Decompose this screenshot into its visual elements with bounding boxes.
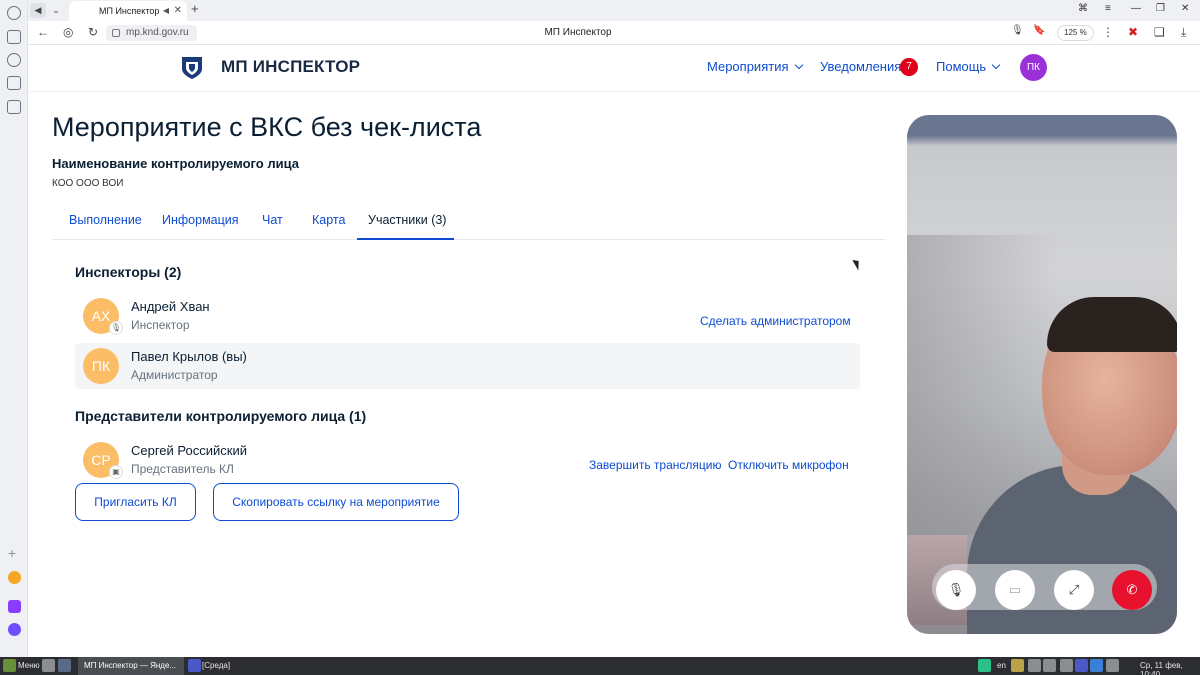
microphone-button[interactable]: 🎙	[936, 570, 976, 610]
mic-permission-icon[interactable]: 🎙	[1011, 25, 1024, 36]
end-call-button[interactable]: ✆	[1112, 570, 1152, 610]
keyboard-layout[interactable]: en	[997, 661, 1006, 670]
coat-of-arms-icon[interactable]	[181, 56, 203, 80]
page-title: Мероприятие с ВКС без чек-листа	[52, 112, 482, 142]
nav-notifications[interactable]: Уведомления	[820, 59, 901, 74]
tab-chat[interactable]: Чат	[262, 213, 283, 227]
tabs-dropdown-icon[interactable]: ⌄	[48, 3, 64, 18]
start-menu[interactable]: Меню	[18, 661, 40, 670]
list-item: АХ 🎙 Андрей Хван Инспектор Сделать админ…	[75, 293, 860, 339]
address-bar: ← ◎ ↻ mp.knd.gov.ru МП Инспектор 🎙 🔖 125…	[28, 21, 1200, 45]
tab-counter-icon[interactable]	[7, 76, 21, 90]
video-person	[1047, 297, 1177, 352]
camera-icon: ▣	[109, 465, 123, 479]
participant-name: Андрей Хван	[131, 299, 210, 314]
avatar: ПК	[83, 348, 119, 384]
add-panel-icon[interactable]: +	[8, 546, 16, 560]
make-admin-link[interactable]: Сделать администратором	[700, 314, 851, 328]
mic-off-icon: 🎙	[109, 321, 123, 335]
yandex-icon[interactable]	[58, 659, 71, 672]
browser-tab[interactable]: МП Инспектор ◀ ✕	[69, 1, 187, 21]
menu-icon[interactable]: ≡	[1105, 3, 1111, 14]
sound-icon[interactable]: ◀	[30, 3, 46, 18]
list-item: ПК Павел Крылов (вы) Администратор	[75, 343, 860, 389]
nav-notifications-label: Уведомления	[820, 59, 902, 74]
files-icon[interactable]	[42, 659, 55, 672]
nav-help-label: Помощь	[936, 59, 987, 74]
smile-app-icon[interactable]	[8, 571, 21, 584]
tab-map[interactable]: Карта	[312, 213, 345, 227]
screen-share-button[interactable]: ▭	[995, 570, 1035, 610]
site-header: МП ИНСПЕКТОР Мероприятия Уведомления 7 П…	[28, 45, 1200, 92]
tray-icon[interactable]	[1075, 659, 1088, 672]
tray-icon[interactable]	[1060, 659, 1073, 672]
fullscreen-button[interactable]: ⤢	[1054, 570, 1094, 610]
start-icon[interactable]	[3, 659, 16, 672]
representatives-title: Представители контролируемого лица (1)	[75, 408, 367, 424]
browser-tab-bar: ◀ ⌄ МП Инспектор ◀ ✕ + ⌘ ≡ — ❐ ✕	[28, 0, 1200, 21]
user-avatar[interactable]: ПК	[1020, 54, 1047, 81]
zoom-indicator[interactable]: 125 %	[1057, 25, 1094, 41]
mute-mic-link[interactable]: Отключить микрофон	[728, 458, 849, 472]
k-app-icon[interactable]	[978, 659, 991, 672]
screenshot-icon[interactable]	[7, 100, 21, 114]
close-window-icon[interactable]: ✕	[1181, 3, 1189, 14]
tray-icon[interactable]	[1011, 659, 1024, 672]
inspectors-title: Инспекторы (2)	[75, 264, 182, 280]
more-icon[interactable]: ⋮	[1102, 25, 1114, 39]
maximize-icon[interactable]: ❐	[1156, 3, 1165, 14]
copy-link-button[interactable]: Скопировать ссылку на мероприятие	[213, 483, 459, 521]
clock: Ср, 11 фев, 10:40	[1140, 661, 1183, 675]
participant-name: Сергей Российский	[131, 443, 247, 458]
chevron-down-icon	[991, 60, 1001, 70]
tab-execution[interactable]: Выполнение	[69, 213, 142, 227]
history-icon[interactable]	[7, 6, 21, 20]
market-app-icon[interactable]	[8, 600, 21, 613]
subject-label: Наименование контролируемого лица	[52, 156, 299, 171]
list-item: СР ▣ Сергей Российский Представитель КЛ …	[75, 437, 860, 483]
nav-events[interactable]: Мероприятия	[707, 59, 803, 74]
play-icon[interactable]	[7, 53, 21, 67]
logo-text[interactable]: МП ИНСПЕКТОР	[221, 57, 360, 77]
network-icon[interactable]	[1106, 659, 1119, 672]
collections-icon[interactable]	[7, 30, 21, 44]
invite-button[interactable]: Пригласить КЛ	[75, 483, 196, 521]
sreda-icon[interactable]	[188, 659, 201, 672]
participant-name: Павел Крылов (вы)	[131, 349, 247, 364]
taskbar-window-sreda[interactable]: [Среда]	[202, 661, 230, 670]
bookmark-icon[interactable]: 🔖	[1033, 25, 1045, 36]
participant-role: Представитель КЛ	[131, 462, 234, 476]
notifications-badge: 7	[900, 58, 918, 76]
alice-app-icon[interactable]	[8, 623, 21, 636]
tab-title: МП Инспектор	[99, 6, 160, 16]
participant-role: Администратор	[131, 368, 218, 382]
active-tab-indicator	[357, 238, 454, 240]
video-call-panel: 🎙 ▭ ⤢ ✆	[907, 115, 1177, 634]
subject-value: КОО ООО ВОИ	[52, 178, 124, 189]
mouse-cursor	[852, 257, 863, 271]
taskbar-window-browser-label: МП Инспектор — Янде...	[84, 661, 177, 670]
browser-sidebar: +	[0, 0, 28, 657]
new-tab-button[interactable]: +	[191, 1, 199, 16]
content-tabs: Выполнение Информация Чат Карта Участник…	[52, 202, 885, 240]
pin-icon[interactable]: ⌘	[1078, 3, 1088, 14]
nav-events-label: Мероприятия	[707, 59, 789, 74]
stop-stream-link[interactable]: Завершить трансляцию	[589, 458, 721, 472]
tab-information[interactable]: Информация	[162, 213, 239, 227]
participant-role: Инспектор	[131, 318, 190, 332]
downloads-panel-icon[interactable]: ❏	[1154, 25, 1165, 39]
extension-icon[interactable]: ✖	[1128, 25, 1138, 39]
tab-sound-icon[interactable]: ◀	[163, 1, 169, 21]
minimize-icon[interactable]: —	[1131, 3, 1141, 14]
os-taskbar: Меню МП Инспектор — Янде... [Среда] en С…	[0, 657, 1200, 675]
chevron-down-icon	[794, 60, 803, 70]
download-icon[interactable]: ⤓	[1181, 25, 1186, 40]
tray-icon[interactable]	[1028, 659, 1041, 672]
bluetooth-icon[interactable]	[1090, 659, 1103, 672]
volume-icon[interactable]	[1043, 659, 1056, 672]
address-page-title: МП Инспектор	[544, 27, 612, 38]
tab-close-icon[interactable]: ✕	[174, 1, 182, 21]
tab-participants[interactable]: Участники (3)	[368, 213, 446, 227]
nav-help[interactable]: Помощь	[936, 59, 1001, 74]
